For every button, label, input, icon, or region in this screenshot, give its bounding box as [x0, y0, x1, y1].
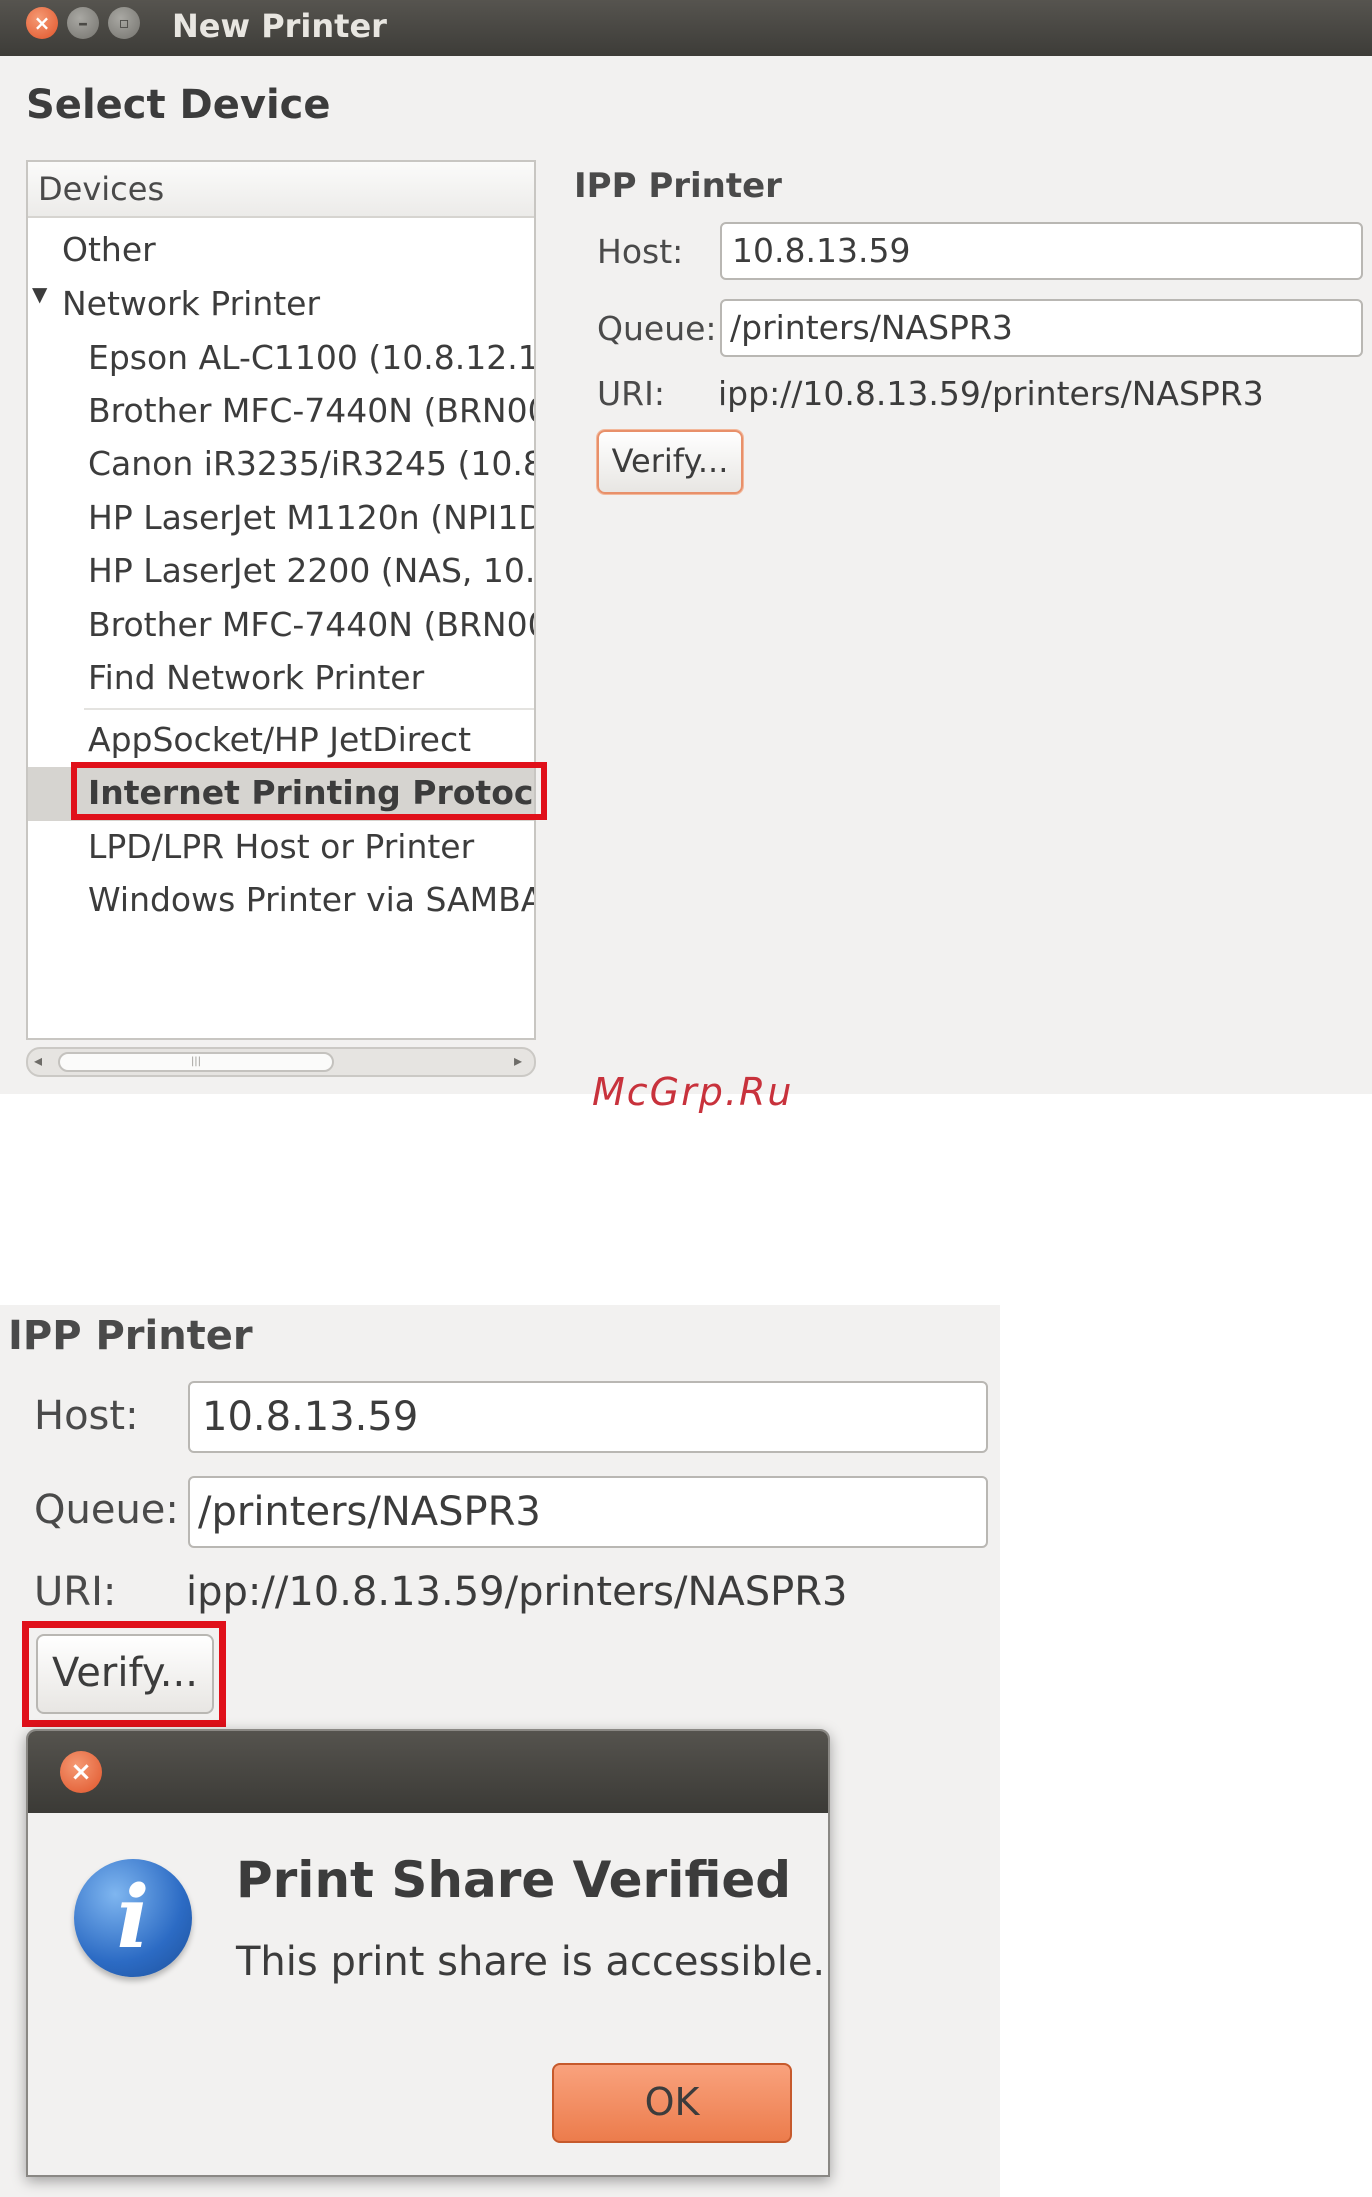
maximize-icon[interactable]: ▫ — [108, 7, 140, 39]
device-item-appsocket[interactable]: AppSocket/HP JetDirect — [88, 718, 471, 762]
ipp-panel-title: IPP Printer — [8, 1313, 253, 1359]
scrollbar-thumb[interactable]: ||| — [58, 1052, 334, 1072]
ipp-panel-title: IPP Printer — [574, 166, 782, 206]
highlight-box-verify — [22, 1621, 226, 1727]
close-icon[interactable]: × — [26, 7, 58, 39]
host-label: Host: — [34, 1393, 139, 1439]
verify-button[interactable]: Verify... — [597, 430, 743, 494]
device-item-network[interactable]: Epson AL-C1100 (10.8.12.180) — [88, 336, 534, 380]
device-item-network[interactable]: Brother MFC-7440N (BRN001BA9 — [88, 603, 534, 647]
dialog-message: This print share is accessible. — [236, 1939, 826, 1985]
new-printer-window: × – ▫ New Printer Select Device Devices … — [0, 0, 1372, 1094]
devices-column-header[interactable]: Devices — [28, 162, 534, 218]
uri-label: URI: — [34, 1569, 117, 1615]
dialog-titlebar: × — [28, 1731, 828, 1813]
queue-label: Queue: — [597, 309, 717, 348]
minimize-icon[interactable]: – — [67, 7, 99, 39]
info-icon: i — [74, 1859, 192, 1977]
queue-input[interactable]: /printers/NASPR3 — [720, 299, 1363, 357]
device-item-network[interactable]: HP LaserJet M1120n (NPI1D5 — [88, 496, 534, 540]
device-item-network[interactable]: Brother MFC-7440N (BRN001BA9 — [88, 389, 534, 433]
window-titlebar: × – ▫ New Printer — [0, 0, 1372, 56]
print-share-verified-dialog: × i Print Share Verified This print shar… — [26, 1729, 830, 2177]
uri-label: URI: — [597, 374, 665, 413]
dialog-title: Print Share Verified — [236, 1851, 792, 1909]
highlight-box-ipp — [71, 762, 547, 820]
ok-button[interactable]: OK — [552, 2063, 792, 2143]
watermark-text: McGrp.Ru — [592, 1070, 794, 1114]
device-item-network[interactable]: Canon iR3235/iR3245 (10.8.12. — [88, 442, 534, 486]
horizontal-scrollbar[interactable]: ◂ ||| ▸ — [26, 1047, 536, 1077]
device-item-other[interactable]: Other — [62, 228, 156, 272]
device-item-network[interactable]: HP LaserJet 2200 (NAS, 10.8. — [88, 549, 534, 593]
device-item-lpd[interactable]: LPD/LPR Host or Printer — [88, 825, 474, 869]
uri-value: ipp://10.8.13.59/printers/NASPR3 — [718, 374, 1264, 413]
scroll-right-icon[interactable]: ▸ — [514, 1051, 522, 1070]
host-input[interactable]: 10.8.13.59 — [188, 1381, 988, 1453]
list-separator — [84, 708, 534, 710]
devices-list[interactable]: Devices Other ▼ Network Printer Epson AL… — [26, 160, 536, 1040]
device-item-network-printer[interactable]: Network Printer — [62, 282, 320, 326]
host-label: Host: — [597, 232, 684, 271]
window-title: New Printer — [172, 7, 387, 45]
queue-label: Queue: — [34, 1487, 179, 1533]
section-title: Select Device — [26, 82, 331, 128]
device-item-samba[interactable]: Windows Printer via SAMBA — [88, 878, 534, 922]
host-input[interactable]: 10.8.13.59 — [720, 222, 1363, 280]
expander-triangle-icon[interactable]: ▼ — [32, 282, 47, 306]
dialog-close-icon[interactable]: × — [60, 1751, 102, 1793]
device-item-find-network-printer[interactable]: Find Network Printer — [88, 656, 424, 700]
queue-input[interactable]: /printers/NASPR3 — [188, 1476, 988, 1548]
uri-value: ipp://10.8.13.59/printers/NASPR3 — [186, 1569, 848, 1615]
scroll-left-icon[interactable]: ◂ — [34, 1051, 42, 1070]
